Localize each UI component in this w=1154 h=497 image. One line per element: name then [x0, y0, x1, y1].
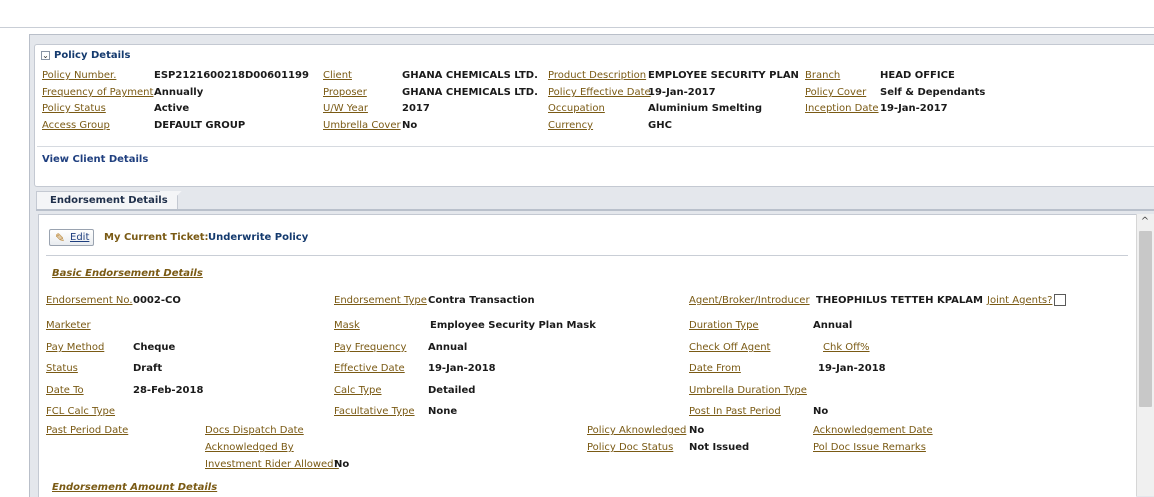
- policy-status-label[interactable]: Policy Status: [42, 103, 106, 114]
- joint-agents-label[interactable]: Joint Agents?: [987, 295, 1052, 306]
- policy-cover-label[interactable]: Policy Cover: [805, 87, 866, 98]
- occupation-label[interactable]: Occupation: [548, 103, 605, 114]
- date-from-value: 19-Jan-2018: [818, 363, 886, 374]
- agent-broker-introducer-value: THEOPHILUS TETTEH KPALAM: [816, 295, 983, 306]
- policy-panel-divider: [37, 146, 1154, 147]
- pay-frequency-label[interactable]: Pay Frequency: [334, 342, 406, 353]
- access-group-value: DEFAULT GROUP: [154, 120, 246, 131]
- facultative-type-label[interactable]: Facultative Type: [334, 406, 415, 417]
- pencil-icon: ✎: [55, 231, 66, 245]
- basic-endorsement-details-header: Basic Endorsement Details: [52, 268, 203, 279]
- collapse-chevron-icon[interactable]: ⌄: [41, 51, 50, 60]
- current-ticket-label: My Current Ticket:: [104, 232, 209, 243]
- umbrella-cover-label[interactable]: Umbrella Cover: [323, 120, 401, 131]
- policy-status-value: Active: [154, 103, 190, 114]
- tab-endorsement-details-label: Endorsement Details: [50, 195, 168, 206]
- uw-year-value: 2017: [402, 103, 430, 114]
- duration-type-label[interactable]: Duration Type: [689, 320, 759, 331]
- frequency-of-payment-label[interactable]: Frequency of Payment: [42, 87, 153, 98]
- policy-acknowledged-label[interactable]: Policy Aknowledged: [587, 425, 686, 436]
- edit-button-label: Edit: [70, 232, 90, 243]
- endorsement-amount-details-header: Endorsement Amount Details: [52, 482, 218, 493]
- pol-doc-issue-remarks-label[interactable]: Pol Doc Issue Remarks: [813, 442, 926, 453]
- umbrella-cover-value: No: [402, 120, 418, 131]
- policy-acknowledged-value: No: [689, 425, 705, 436]
- mask-value: Employee Security Plan Mask: [430, 320, 596, 331]
- endorsement-content-panel: [38, 214, 1136, 497]
- umbrella-duration-type-label[interactable]: Umbrella Duration Type: [689, 385, 807, 396]
- inception-date-value: 19-Jan-2017: [880, 103, 948, 114]
- policy-details-title: Policy Details: [54, 50, 131, 61]
- currency-value: GHC: [648, 120, 672, 131]
- scrollbar-thumb[interactable]: [1139, 231, 1152, 407]
- policy-details-panel: [34, 44, 1154, 187]
- tab-underline: [36, 209, 1154, 211]
- acknowledgement-date-label[interactable]: Acknowledgement Date: [813, 425, 933, 436]
- edit-button[interactable]: ✎ Edit: [49, 229, 94, 246]
- access-group-label[interactable]: Access Group: [42, 120, 110, 131]
- docs-dispatch-date-label[interactable]: Docs Dispatch Date: [205, 425, 304, 436]
- product-description-label[interactable]: Product Description: [548, 70, 646, 81]
- scroll-up-arrow-icon[interactable]: ^: [1138, 215, 1152, 229]
- branch-label[interactable]: Branch: [805, 70, 840, 81]
- endorsement-no-label[interactable]: Endorsement No.: [46, 295, 133, 306]
- chk-off-percent-label[interactable]: Chk Off%: [823, 342, 870, 353]
- investment-rider-allowed-label[interactable]: Investment Rider Allowed?: [205, 459, 339, 470]
- duration-type-value: Annual: [813, 320, 853, 331]
- acknowledged-by-label[interactable]: Acknowledged By: [205, 442, 294, 453]
- endorsement-type-label[interactable]: Endorsement Type: [334, 295, 427, 306]
- post-in-past-period-label[interactable]: Post In Past Period: [689, 406, 781, 417]
- marketer-label[interactable]: Marketer: [46, 320, 91, 331]
- effective-date-value: 19-Jan-2018: [428, 363, 496, 374]
- branch-value: HEAD OFFICE: [880, 70, 955, 81]
- post-in-past-period-value: No: [813, 406, 829, 417]
- facultative-type-value: None: [428, 406, 458, 417]
- policy-doc-status-value: Not Issued: [689, 442, 750, 453]
- currency-label[interactable]: Currency: [548, 120, 593, 131]
- mask-label[interactable]: Mask: [334, 320, 360, 331]
- policy-number-label[interactable]: Policy Number.: [42, 70, 116, 81]
- proposer-label[interactable]: Proposer: [323, 87, 367, 98]
- joint-agents-checkbox[interactable]: [1054, 294, 1066, 306]
- inception-date-label[interactable]: Inception Date: [805, 103, 879, 114]
- pay-method-value: Cheque: [133, 342, 176, 353]
- policy-cover-value: Self & Dependants: [880, 87, 986, 98]
- agent-broker-introducer-label[interactable]: Agent/Broker/Introducer: [689, 295, 810, 306]
- endorsement-type-value: Contra Transaction: [428, 295, 535, 306]
- pay-method-label[interactable]: Pay Method: [46, 342, 104, 353]
- occupation-value: Aluminium Smelting: [648, 103, 763, 114]
- policy-number-value: ESP2121600218D00601199: [154, 70, 309, 81]
- date-from-label[interactable]: Date From: [689, 363, 741, 374]
- check-off-agent-label[interactable]: Check Off Agent: [689, 342, 770, 353]
- policy-effective-date-label[interactable]: Policy Effective Date: [548, 87, 651, 98]
- endorsement-no-value: 0002-CO: [133, 295, 181, 306]
- product-description-value: EMPLOYEE SECURITY PLAN: [648, 70, 799, 81]
- investment-rider-allowed-value: No: [334, 459, 350, 470]
- date-to-value: 28-Feb-2018: [133, 385, 204, 396]
- calc-type-label[interactable]: Calc Type: [334, 385, 382, 396]
- header-divider: [46, 255, 1128, 256]
- top-divider: [0, 27, 1154, 28]
- effective-date-label[interactable]: Effective Date: [334, 363, 405, 374]
- calc-type-value: Detailed: [428, 385, 476, 396]
- proposer-value: GHANA CHEMICALS LTD.: [402, 87, 538, 98]
- fcl-calc-type-label[interactable]: FCL Calc Type: [46, 406, 115, 417]
- date-to-label[interactable]: Date To: [46, 385, 84, 396]
- view-client-details-link[interactable]: View Client Details: [42, 154, 148, 165]
- policy-effective-date-value: 19-Jan-2017: [648, 87, 716, 98]
- policy-doc-status-label[interactable]: Policy Doc Status: [587, 442, 673, 453]
- client-value: GHANA CHEMICALS LTD.: [402, 70, 538, 81]
- status-label[interactable]: Status: [46, 363, 78, 374]
- past-period-date-label[interactable]: Past Period Date: [46, 425, 128, 436]
- pay-frequency-value: Annual: [428, 342, 468, 353]
- current-ticket-value: Underwrite Policy: [208, 232, 309, 243]
- status-value: Draft: [133, 363, 163, 374]
- frequency-of-payment-value: Annually: [154, 87, 204, 98]
- client-label[interactable]: Client: [323, 70, 352, 81]
- uw-year-label[interactable]: U/W Year: [323, 103, 368, 114]
